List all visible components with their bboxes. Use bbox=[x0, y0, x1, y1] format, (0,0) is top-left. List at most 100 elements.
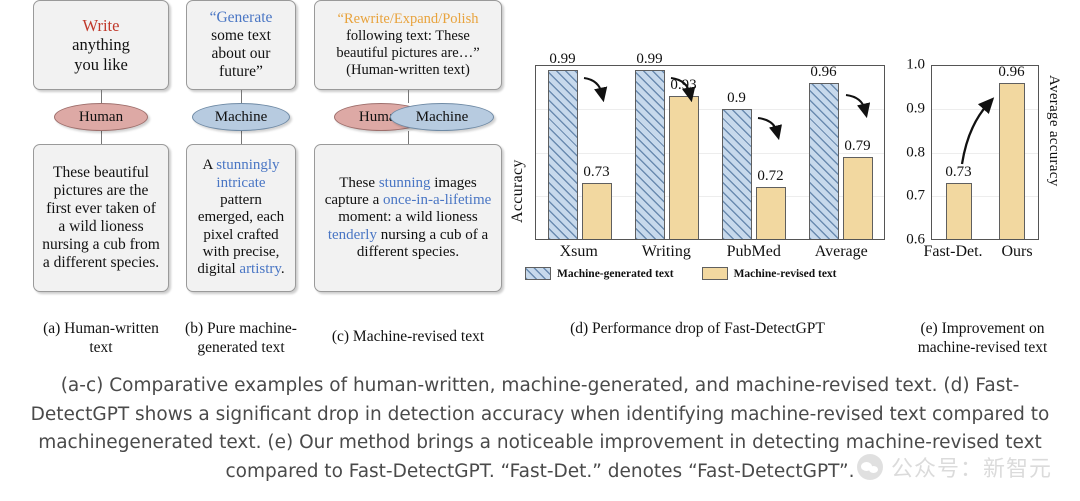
chart-e-y-axis-title-text: Average accuracy bbox=[1046, 75, 1062, 187]
panel-c-prompt-line-1: following text: These bbox=[346, 28, 470, 45]
panel-b-caption: (b) Pure machine-generated text bbox=[178, 320, 304, 357]
panel-c-caption-text: (c) Machine-revised text bbox=[331, 328, 485, 345]
chart-d-bars: 0.99 0.73 0.99 0.93 0.9 0.72 0.96 0.79 bbox=[536, 51, 884, 239]
legend-swatch-machine-revised-icon bbox=[701, 267, 728, 280]
panel-c-prompt-line-2: beautiful pictures are…” bbox=[336, 45, 480, 61]
chart-e-y-axis-title: Average accuracy bbox=[1045, 75, 1062, 235]
chart-e-x-tick: Ours bbox=[1001, 243, 1033, 260]
chart-d-group-xsum: 0.99 0.73 bbox=[536, 51, 623, 239]
chart-e-x-tick-labels: Fast-Det. Ours bbox=[921, 243, 1049, 261]
panel-b-prompt-line-3: future” bbox=[219, 62, 263, 80]
panel-c-actor-machine: Machine bbox=[390, 103, 494, 131]
panel-a-connector-top bbox=[100, 90, 102, 103]
chart-e-bar-label: 0.73 bbox=[945, 163, 972, 180]
chart-d-bar-pubmed-revised: 0.72 bbox=[755, 168, 786, 239]
chart-d-bar-xsum-revised: 0.73 bbox=[581, 164, 612, 239]
chart-e-y-tick-labels: 1.0 0.9 0.8 0.7 0.6 bbox=[895, 57, 925, 248]
chart-d-bar-writing-revised: 0.93 bbox=[668, 77, 699, 239]
chart-d-bar-writing-generated: 0.99 bbox=[634, 51, 665, 239]
panel-c: “Rewrite/Expand/Polish following text: T… bbox=[314, 0, 502, 292]
chart-d-bar-label: 0.73 bbox=[583, 163, 610, 180]
panel-b-actor-machine: Machine bbox=[192, 103, 290, 131]
panel-e-caption: (e) Improvement on machine-revised text bbox=[890, 320, 1075, 357]
chart-e-y-tick: 0.7 bbox=[906, 187, 925, 204]
chart-d-legend-label-revised: Machine-revised text bbox=[733, 267, 837, 280]
panel-a-output-text: These beautiful pictures are the first e… bbox=[42, 164, 160, 271]
panel-c-output-box: These stunning images capture a once-in-… bbox=[314, 144, 502, 292]
chart-d-bar-label: 0.93 bbox=[670, 77, 697, 94]
panel-c-connector-top bbox=[407, 90, 409, 103]
chart-e-bars: 0.73 0.96 bbox=[932, 64, 1038, 239]
panel-a-prompt-line-0: Write bbox=[82, 16, 120, 36]
panel-a-prompt-line-2: you like bbox=[74, 54, 128, 74]
chart-d-performance-drop: Accuracy 0.99 0.73 0.99 0.93 0.9 0.72 0.… bbox=[505, 51, 890, 305]
chart-d-group-average: 0.96 0.79 bbox=[797, 64, 884, 239]
chart-d-y-axis-title-text: Accuracy bbox=[509, 159, 526, 223]
panel-b-prompt-line-1: some text bbox=[211, 27, 271, 45]
chart-d-bar-label: 0.72 bbox=[757, 168, 784, 185]
panel-b-caption-text: (b) Pure machine-generated text bbox=[185, 320, 297, 356]
figure-caption-text: (a-c) Comparative examples of human-writ… bbox=[30, 375, 1050, 483]
chart-d-bar-average-generated: 0.96 bbox=[808, 64, 839, 239]
chart-e-y-tick: 0.9 bbox=[906, 100, 925, 117]
chart-d-plot-area: 0.99 0.73 0.99 0.93 0.9 0.72 0.96 0.79 bbox=[535, 51, 885, 240]
chart-d-bar-label: 0.79 bbox=[844, 137, 871, 154]
chart-d-group-writing: 0.99 0.93 bbox=[623, 51, 710, 239]
panel-c-actor-machine-label: Machine bbox=[415, 108, 469, 125]
panel-b-prompt-box: “Generate some text about our future” bbox=[186, 0, 296, 90]
panel-c-actor-row: Human Machine bbox=[314, 103, 502, 131]
figure-caption: (a-c) Comparative examples of human-writ… bbox=[0, 372, 1080, 487]
panel-a-actor-row: Human bbox=[33, 103, 169, 131]
panel-a-actor-human: Human bbox=[54, 103, 148, 131]
chart-d-x-tick: Writing bbox=[641, 243, 691, 260]
chart-d-legend-label-generated: Machine-generated text bbox=[557, 267, 674, 280]
chart-d-x-tick-labels: Xsum Writing PubMed Average bbox=[535, 243, 885, 261]
panel-e-caption-text: (e) Improvement on machine-revised text bbox=[917, 320, 1048, 356]
chart-d-bar-average-revised: 0.79 bbox=[842, 138, 873, 239]
figure-area: Write anything you like Human These beau… bbox=[0, 0, 1080, 368]
chart-e-improvement: 1.0 0.9 0.8 0.7 0.6 0.73 0.96 Fast-Det. … bbox=[895, 55, 1075, 305]
chart-d-bar-label: 0.99 bbox=[636, 51, 663, 68]
panel-c-prompt-box: “Rewrite/Expand/Polish following text: T… bbox=[314, 0, 502, 90]
panel-a: Write anything you like Human These beau… bbox=[33, 0, 169, 292]
chart-e-bar-fast-det: 0.73 bbox=[945, 164, 972, 239]
chart-d-group-pubmed: 0.9 0.72 bbox=[710, 66, 797, 239]
panel-a-prompt-line-1: anything bbox=[72, 35, 130, 55]
chart-d-bar-label: 0.99 bbox=[549, 51, 576, 68]
chart-e-group-fast-det: 0.73 bbox=[932, 66, 985, 239]
panel-c-caption: (c) Machine-revised text bbox=[310, 328, 506, 347]
panel-b-output-box: A stunningly intricate pattern emerged, … bbox=[186, 144, 296, 292]
chart-e-plot-area: 0.73 0.96 bbox=[931, 64, 1039, 240]
legend-swatch-machine-generated-icon bbox=[525, 267, 551, 280]
chart-d-bar-label: 0.96 bbox=[810, 64, 837, 81]
chart-d-x-tick: Xsum bbox=[559, 243, 598, 260]
panel-a-output-box: These beautiful pictures are the first e… bbox=[33, 144, 169, 292]
panel-a-actor-human-label: Human bbox=[78, 108, 124, 125]
chart-e-bar-label: 0.96 bbox=[998, 64, 1025, 81]
panel-b-output-text: A stunningly intricate pattern emerged, … bbox=[197, 157, 285, 278]
chart-e-x-tick: Fast-Det. bbox=[923, 243, 983, 260]
chart-d-x-tick: Average bbox=[814, 243, 868, 260]
panel-c-prompt-line-0-text: “Rewrite/Expand/Polish bbox=[337, 11, 479, 28]
chart-d-bar-pubmed-generated: 0.9 bbox=[721, 90, 752, 239]
chart-d-y-axis-title: Accuracy bbox=[509, 103, 527, 223]
panel-b-prompt-line-2: about our bbox=[211, 45, 271, 62]
panel-b-connector-bottom bbox=[240, 131, 242, 144]
panel-b-prompt-line-0: “Generate bbox=[210, 9, 273, 27]
panel-c-prompt-line-3: (Human-written text) bbox=[346, 61, 470, 78]
panel-b: “Generate some text about our future” Ma… bbox=[186, 0, 296, 292]
chart-e-y-tick: 0.8 bbox=[906, 144, 925, 160]
panel-b-prompt-line-0-text: “Generate bbox=[209, 9, 273, 27]
chart-e-bar-ours: 0.96 bbox=[998, 64, 1025, 239]
panel-a-caption-text: (a) Human-written text bbox=[43, 320, 159, 356]
chart-d-x-tick: PubMed bbox=[726, 243, 781, 260]
panel-a-prompt-box: Write anything you like bbox=[33, 0, 169, 90]
chart-d-bar-label: 0.9 bbox=[727, 90, 746, 107]
chart-e-y-tick: 1.0 bbox=[906, 56, 925, 73]
chart-d-bar-xsum-generated: 0.99 bbox=[547, 51, 578, 239]
panel-b-actor-row: Machine bbox=[186, 103, 296, 131]
chart-e-group-ours: 0.96 bbox=[985, 64, 1038, 239]
panel-c-prompt-line-0: “Rewrite/Expand/Polish bbox=[336, 11, 479, 28]
panel-a-connector-bottom bbox=[100, 131, 102, 144]
panel-c-output-text: These stunning images capture a once-in-… bbox=[324, 174, 492, 261]
